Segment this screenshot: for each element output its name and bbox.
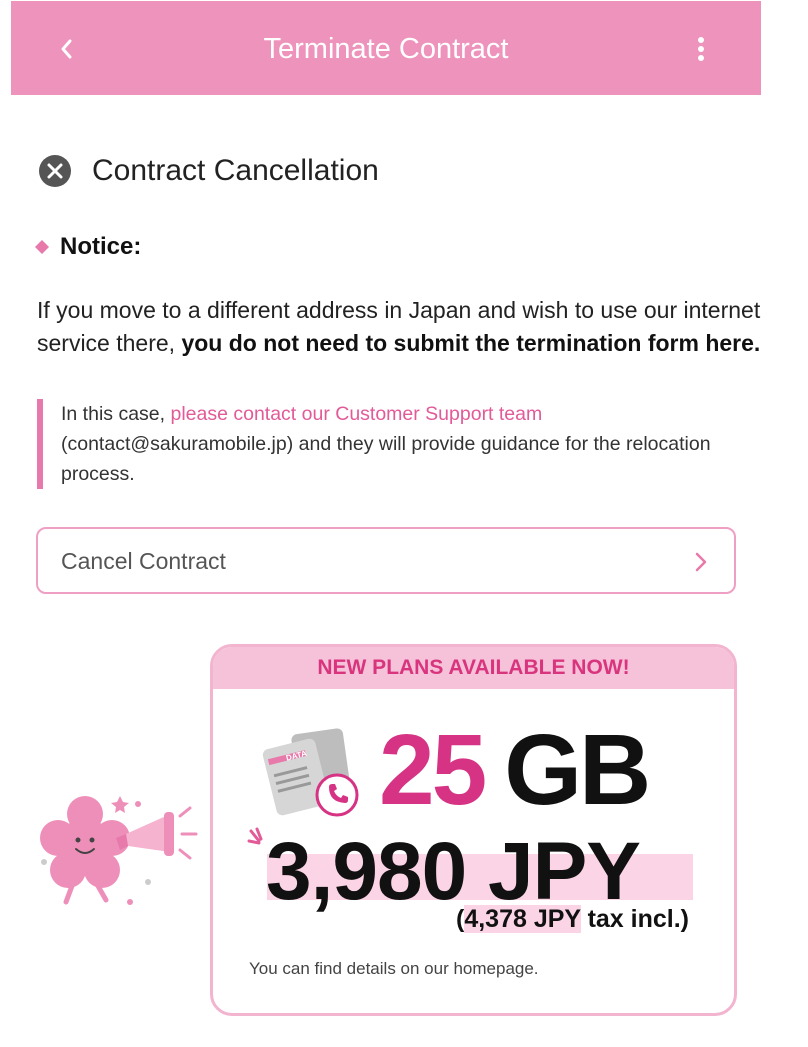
page-title: Terminate Contract (263, 33, 509, 65)
app-header: Terminate Contract (11, 1, 761, 95)
notice-body-bold: you do not need to submit the terminatio… (181, 330, 761, 356)
cancel-contract-button[interactable]: Cancel Contract (36, 527, 736, 594)
notice-body: If you move to a different address in Ja… (37, 294, 767, 360)
chevron-right-icon (695, 552, 707, 572)
notice-heading: Notice: (34, 233, 141, 261)
more-options-button[interactable] (679, 29, 723, 69)
kebab-menu-icon (698, 37, 704, 61)
relocation-note-suffix: (contact@sakuramobile.jp) and they will … (61, 433, 711, 485)
section-title: Contract Cancellation (92, 154, 379, 187)
close-circle-icon (39, 155, 71, 187)
section-heading: Contract Cancellation (38, 148, 379, 194)
data-amount: 25 GB (379, 714, 651, 826)
data-amount-unit: GB (504, 714, 651, 826)
promo-card[interactable]: NEW PLANS AVAILABLE NOW! DATA 25 GB 3,980… (210, 644, 737, 1016)
data-amount-number: 25 (379, 714, 487, 826)
tax-inclusive-value: 4,378 JPY (464, 905, 581, 933)
diamond-bullet-icon (35, 240, 49, 254)
relocation-note-prefix: In this case, (61, 403, 171, 425)
promo-details-text: You can find details on our homepage. (249, 959, 539, 978)
sakura-mascot-illustration (40, 796, 198, 905)
plan-price: 3,980 JPY (266, 826, 641, 917)
tax-inclusive-label: tax incl.) (580, 905, 689, 933)
tax-inclusive-price: (4,378 JPY tax incl.) (456, 905, 689, 934)
promo-banner: NEW PLANS AVAILABLE NOW! (213, 647, 734, 689)
cancel-contract-label: Cancel Contract (61, 548, 226, 574)
notice-label: Notice: (60, 233, 142, 260)
customer-support-link[interactable]: please contact our Customer Support team (170, 403, 542, 425)
relocation-note: In this case, please contact our Custome… (37, 399, 737, 489)
data-sim-cards-icon: DATA (262, 728, 359, 817)
